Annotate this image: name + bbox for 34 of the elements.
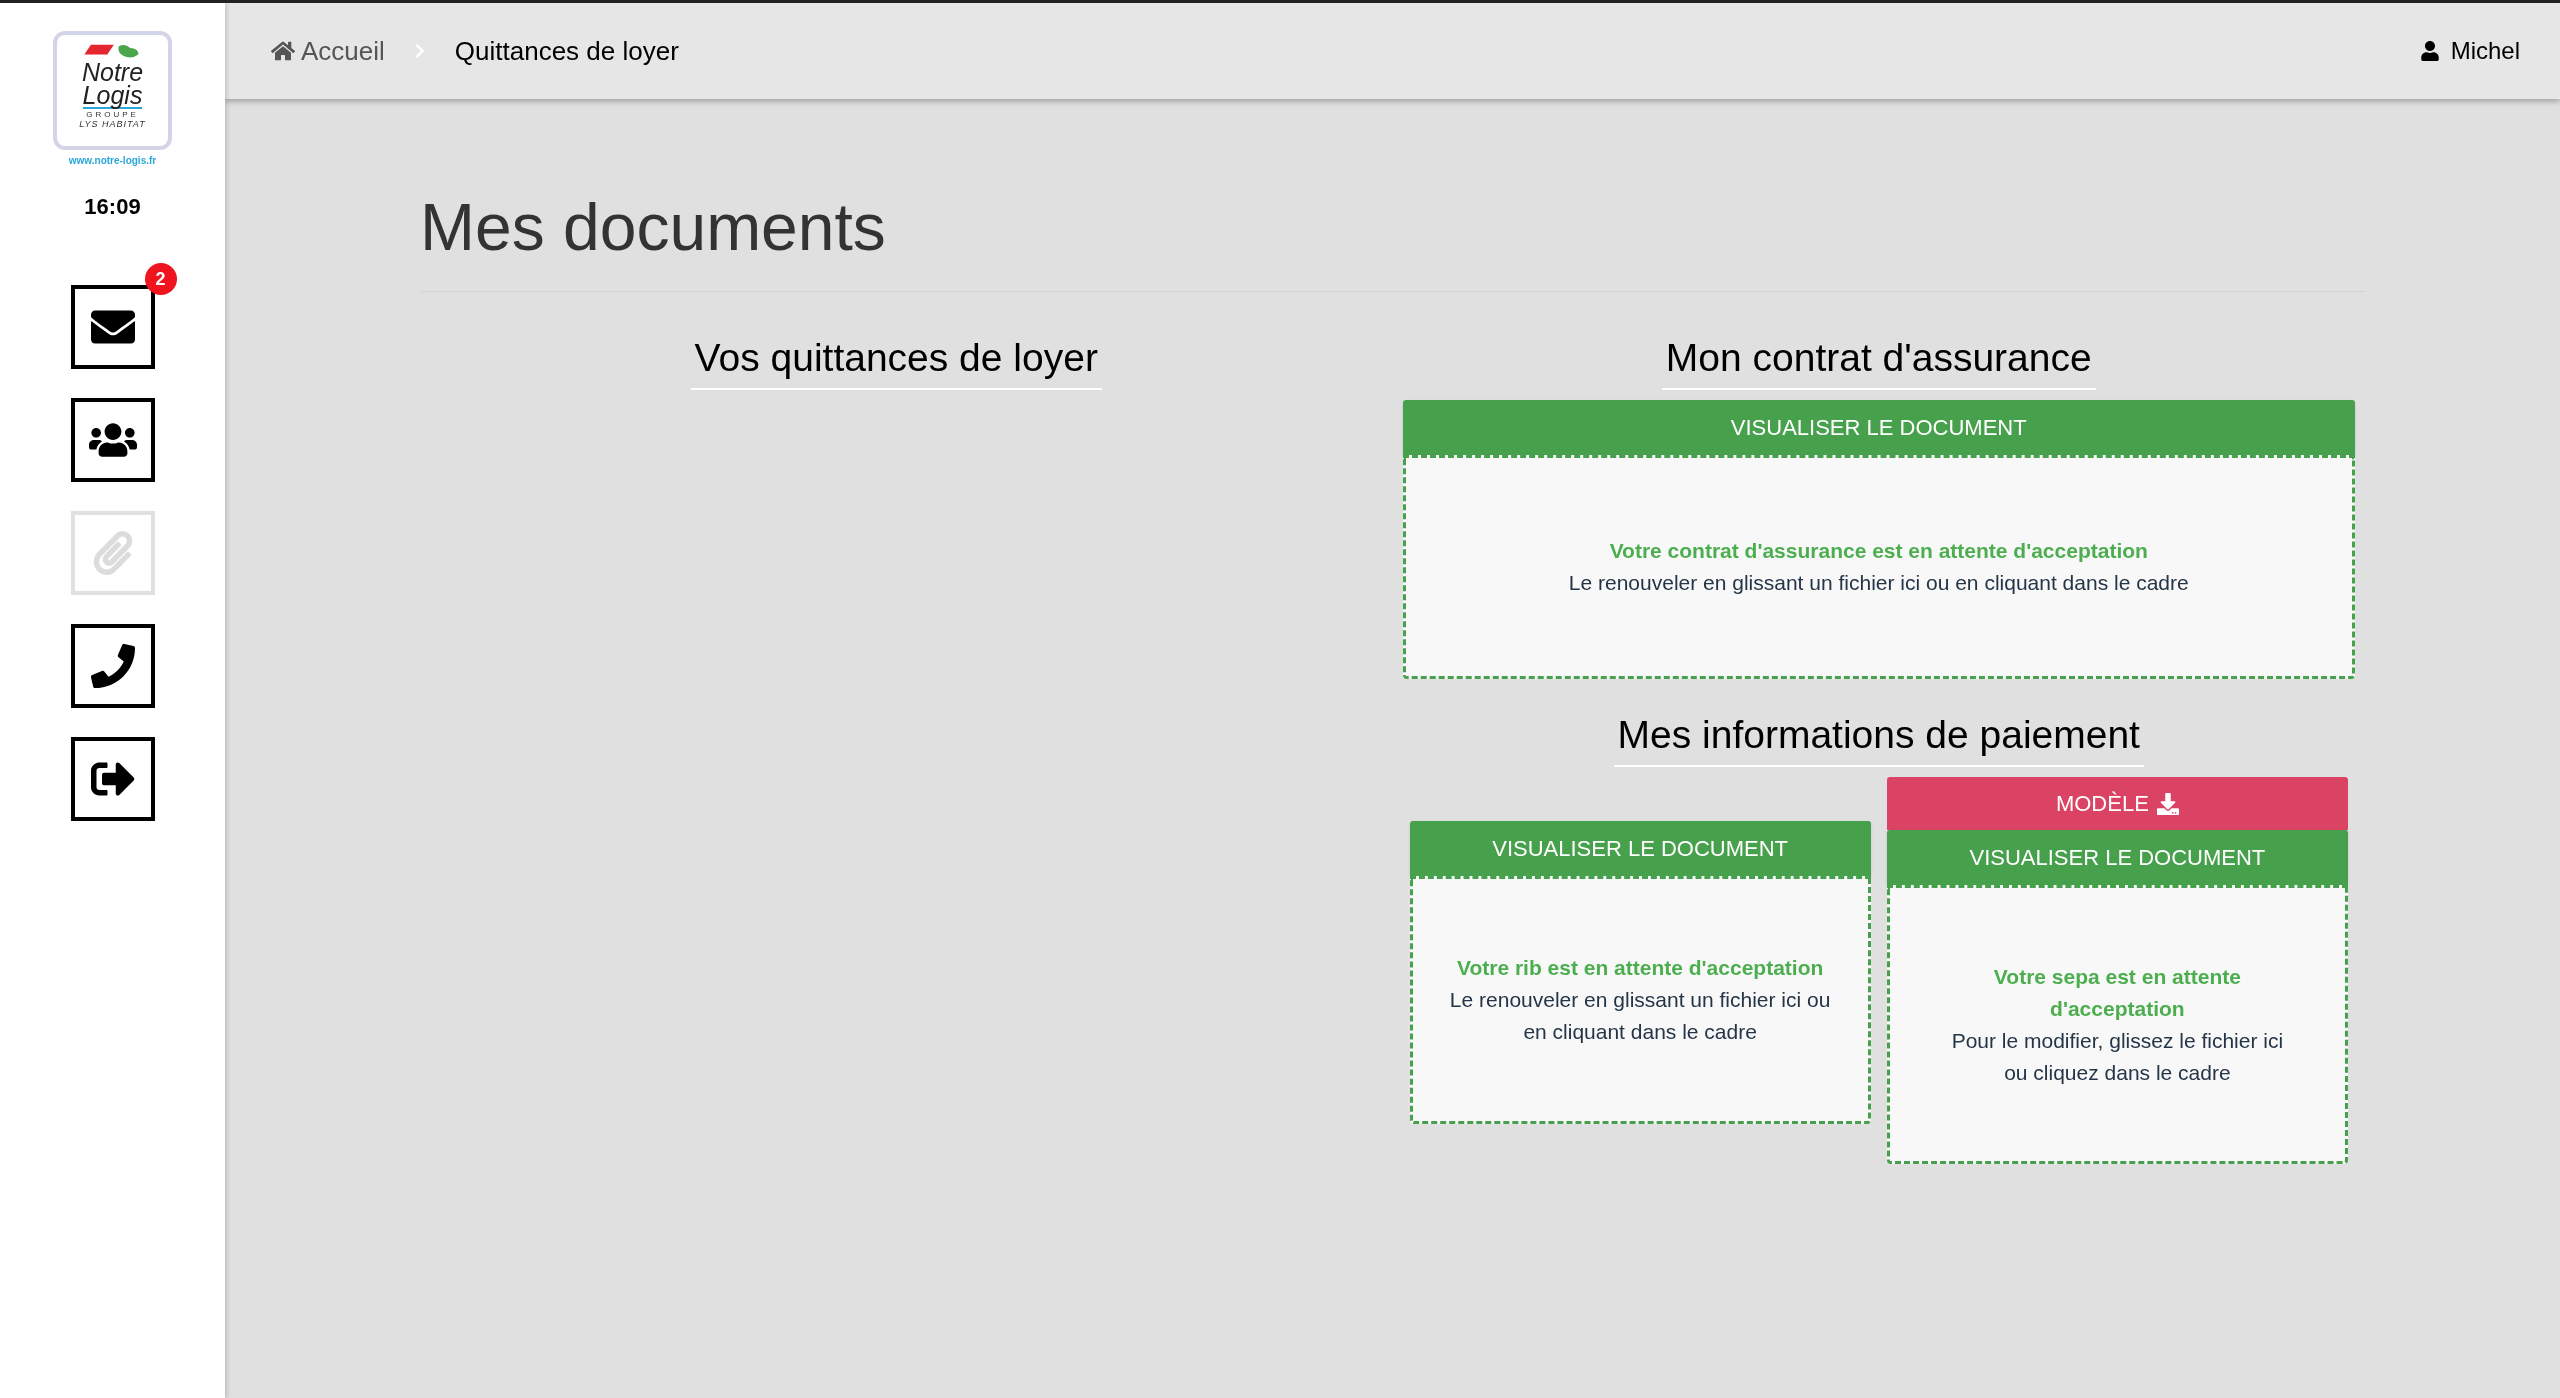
user-icon [2420, 41, 2439, 61]
logo-text: Notre [81, 61, 144, 83]
status-text: Votre sepa est en attente d'acceptation [1992, 963, 2242, 1022]
user-menu[interactable]: Michel [2420, 33, 2520, 69]
logo-text: Logis [82, 83, 143, 109]
section-title: Vos quittances de loyer [690, 332, 1102, 390]
status-text: Votre contrat d'assurance est en attente d'acceptation [1609, 538, 2148, 564]
hint-text: Pour le modifier, glissez le fichier ici ou cliquez dans le cadre [1950, 1027, 2285, 1086]
file-dropzone[interactable]: Votre contrat d'assurance est en attente d'acceptation Le renouveler en glissant un fichier ici ou en cliquant dans le cadre [1402, 455, 2355, 679]
view-document-button[interactable]: VISUALISER LE DOCUMENT [1409, 821, 1871, 876]
nav-button[interactable] [70, 285, 155, 369]
section-title: Mes informations de paiement [1613, 709, 2144, 767]
file-dropzone[interactable]: Votre rib est en attente d'acceptation Le renouveler en glissant un fichier ici ou en cliquant dans le cadre [1409, 876, 1871, 1124]
clock-time: 16:09 [84, 193, 141, 221]
template-download-button[interactable]: MODÈLE [1886, 777, 2348, 830]
phone-icon [88, 644, 137, 688]
view-document-button[interactable]: VISUALISER LE DOCUMENT [1886, 830, 2348, 885]
hint-text: Le renouveler en glissant un fichier ici ou en cliquant dans le cadre [1448, 987, 1832, 1045]
notification-badge: 2 [144, 263, 177, 295]
hint-text: Le renouveler en glissant un fichier ici ou en cliquant dans le cadre [1568, 570, 2189, 596]
breadcrumb-link[interactable]: Quittances de loyer [454, 31, 679, 71]
nav-button[interactable] [70, 624, 155, 708]
section-title: Mon contrat d'assurance [1661, 332, 2096, 390]
status-text: Votre rib est en attente d'acceptation [1456, 955, 1824, 981]
page-title: Mes documents [420, 187, 2365, 292]
home-icon [271, 40, 295, 62]
nav-button[interactable] [70, 737, 155, 821]
nav-button[interactable] [70, 398, 155, 482]
view-document-button[interactable]: VISUALISER LE DOCUMENT [1402, 400, 2355, 455]
download-icon [2156, 792, 2179, 815]
logo-subtext: LYS HABITAT [79, 119, 146, 129]
breadcrumb-link[interactable]: Accueil [271, 31, 385, 71]
file-dropzone[interactable]: Votre sepa est en attente d'acceptation Pour le modifier, glissez le fichier ici ou cliquez dans le cadre [1886, 885, 2348, 1164]
logo-subtext: GROUPE [86, 110, 139, 119]
